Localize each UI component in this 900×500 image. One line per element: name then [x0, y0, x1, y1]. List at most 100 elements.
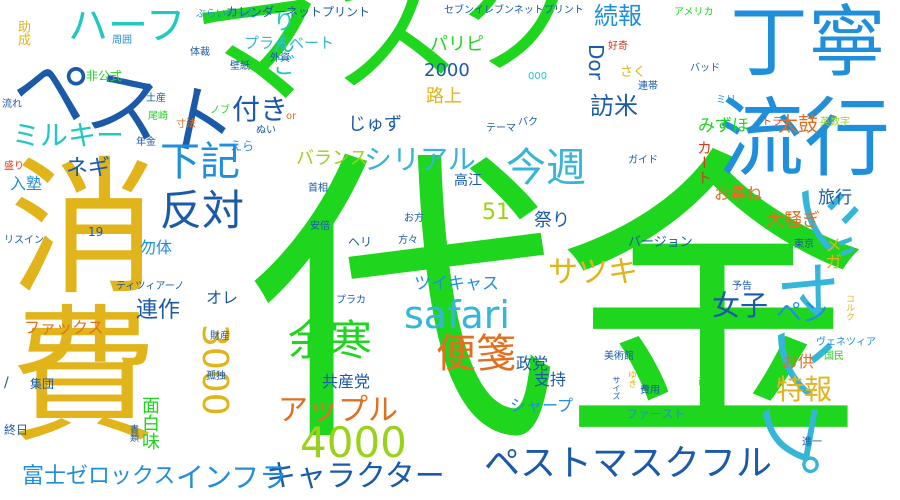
word-joshi: 女子 [712, 289, 769, 322]
word-apple: アップル [278, 393, 398, 428]
word-n4000: 4000 [300, 418, 407, 467]
word-bad: バッド [690, 63, 720, 74]
word-burai: ぶらいべった [196, 9, 256, 20]
word-jyuzu: じゅず [348, 114, 402, 135]
word-anshin: 安倍 [310, 221, 330, 232]
word-bijutsukan: 美術館 [604, 351, 634, 362]
word-theme: テーマ [486, 123, 516, 134]
word-okata: お方 [404, 213, 424, 224]
word-takae: 高江 [454, 173, 482, 189]
word-rojo: 路上 [426, 86, 462, 107]
word-ore: オレ [206, 288, 239, 307]
word-tokuho: 特報 [776, 373, 833, 406]
word-tiffany: ティツィアーノ [116, 281, 185, 292]
word-gaishi: 外資 [270, 53, 290, 64]
word-shohi: 消費 [0, 150, 156, 446]
word-sakari: 盛り [4, 161, 24, 172]
word-pen: ペン [776, 298, 829, 328]
word-tsuki: 付き [232, 93, 289, 126]
word-negi: ネギ [66, 156, 111, 181]
word-nui: ぬい [256, 125, 276, 136]
word-sunpo: 寸法 [176, 119, 196, 130]
word-rentai: 連帯 [638, 81, 658, 92]
word-n000: 000 [528, 71, 548, 82]
word-rensaku: 連作 [136, 298, 181, 323]
word-nyujuku: 入塾 [10, 174, 43, 193]
word-yokan: 余寒 [288, 316, 373, 365]
word-dor: Dor [584, 44, 608, 80]
word-zokuho: 続報 [594, 2, 642, 30]
word-balance: バランス [296, 148, 368, 169]
word-shuhen: 周囲 [112, 35, 132, 46]
word-shohyo: 商標 [698, 377, 718, 388]
word-kyosanto: 共産党 [322, 372, 371, 391]
word-shiji: 支持 [534, 370, 567, 389]
word-milky: ミルキー [12, 119, 125, 152]
word-mizuho: みずほ [698, 116, 749, 136]
word-ryuko: 流行 [718, 89, 890, 189]
word-hori: ヘリ [348, 235, 373, 249]
word-ryoko: 旅行 [818, 188, 852, 208]
word-nagare: 流れ [2, 99, 22, 110]
word-otazune: お尋ね [714, 184, 763, 203]
word-pestmask: ペストマスクフル [484, 443, 773, 484]
word-n19: 19 [88, 225, 104, 239]
word-bisho: 尾崎 [148, 111, 168, 122]
word-guide: ガイド [628, 155, 658, 166]
word-private: プライベート [244, 34, 335, 52]
word-yuki: ゆき [626, 370, 636, 388]
word-kouki: 好奇 [608, 41, 628, 52]
word-hantai: 反対 [160, 186, 245, 235]
word-kolk: コルク [844, 294, 854, 321]
word-america: アメリカ [674, 7, 714, 18]
word-hiyou: 費用 [640, 385, 660, 396]
word-cereal: シリアル [364, 143, 476, 176]
word-or: or [286, 111, 297, 122]
word-shujitsu: 終日 [4, 423, 29, 437]
word-vene: ヴェネツィア [816, 337, 876, 348]
word-otomo: お供 [782, 352, 815, 371]
word-konshu: 今週 [506, 145, 586, 191]
word-praka: プラカ [336, 295, 366, 306]
word-homei: 訪米 [590, 92, 638, 120]
word-nenkin: 年金 [136, 137, 156, 148]
word-size: サイズ [612, 376, 621, 400]
word-kaki: 下記 [160, 139, 240, 185]
word-tokyo: 東京 [794, 239, 814, 250]
word-seven: セブンイレブンネットプリント [444, 5, 584, 16]
word-n51: 51 [482, 200, 510, 225]
word-cloud: 代金 マスク 消費 ペスト 流行 丁寧 ジャンプ ハーフ 反対 下記 今週 sa… [0, 0, 900, 500]
word-shuudan: 集団 [30, 377, 55, 391]
word-eisuji: 英数字 [820, 117, 850, 128]
word-baku: バク [518, 117, 538, 128]
word-katakata: 方々 [398, 235, 418, 246]
word-hikoshiki: 非公式 [86, 69, 123, 83]
word-dosan: 土産 [146, 93, 166, 104]
word-fax: ファックス [24, 318, 104, 337]
word-twitcas: ツイキャス [414, 274, 499, 294]
word-mega: メガ [821, 236, 841, 270]
word-sahu: さく [620, 65, 647, 80]
word-fuji: 富士ゼロックス [22, 464, 176, 489]
word-shusho: 首相 [308, 183, 328, 194]
word-joseisei: 助成 [15, 20, 30, 46]
word-n2000: 2000 [424, 60, 470, 81]
word-shorui: 書類 [128, 424, 138, 442]
word-mottai: 勿体 [140, 238, 173, 257]
word-kodoku: 孤独 [206, 371, 226, 382]
word-yokoku: 予告 [732, 281, 752, 292]
word-tora: トラ [762, 117, 782, 128]
word-ekaku: えら [230, 139, 255, 153]
word-risein: リスイン [4, 235, 44, 246]
word-first: ファースト [626, 407, 686, 421]
word-nubu: ノブ [210, 105, 230, 116]
word-version: バージョン [628, 235, 693, 250]
word-omoshiromi: 面白味 [139, 396, 160, 450]
word-kabegami: 壁紙 [230, 61, 250, 72]
word-safari: safari [404, 293, 510, 337]
word-taiko: 太鼓 [778, 112, 818, 136]
word-infra: インフラ [176, 461, 288, 494]
word-satsuki: サツキ [548, 255, 638, 290]
word-slash: / [4, 375, 9, 391]
word-zaisan: 財産 [210, 331, 230, 342]
